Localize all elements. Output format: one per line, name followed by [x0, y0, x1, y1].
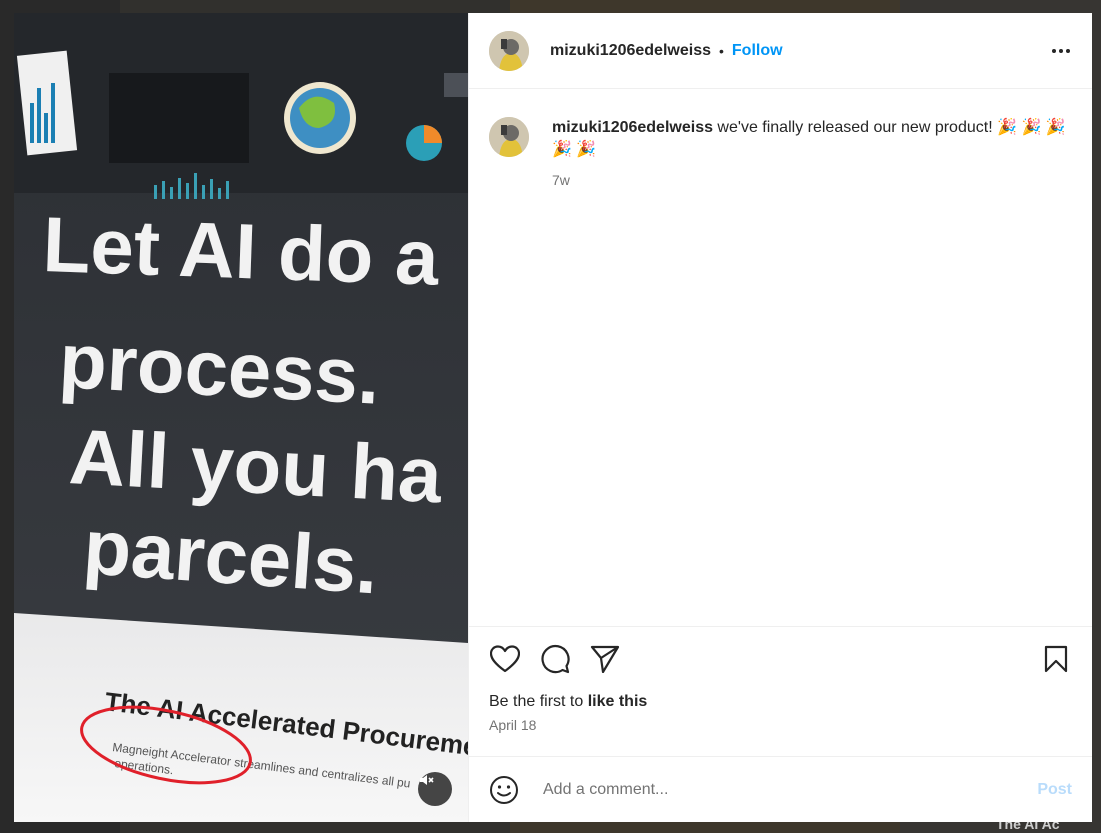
- post-date[interactable]: April 18: [489, 717, 1072, 733]
- separator-dot: •: [718, 42, 724, 59]
- save-button[interactable]: [1040, 643, 1072, 675]
- comments-section: mizuki1206edelweiss we've finally releas…: [469, 89, 1092, 626]
- caption-avatar[interactable]: [489, 117, 529, 157]
- mute-toggle-button[interactable]: [418, 772, 452, 806]
- like-button[interactable]: [489, 643, 521, 675]
- post-header: mizuki1206edelweiss • Follow: [469, 13, 1092, 89]
- heart-icon: [490, 645, 520, 673]
- post-media-video[interactable]: Let AI do a process. All you ha parcels.…: [14, 13, 468, 822]
- share-button[interactable]: [589, 643, 621, 675]
- dashboard-bar-chart: [16, 50, 78, 156]
- likes-prefix: Be the first to: [489, 693, 588, 710]
- caption-username[interactable]: mizuki1206edelweiss: [552, 119, 713, 136]
- post-comment-button[interactable]: Post: [1037, 781, 1072, 799]
- avatar-image: [489, 30, 529, 71]
- post-details-panel: mizuki1206edelweiss • Follow mizuki1206e…: [468, 13, 1092, 822]
- add-comment-bar: Post: [469, 756, 1092, 822]
- action-icons-row: [489, 643, 1072, 675]
- more-options-icon[interactable]: [1050, 43, 1072, 59]
- comment-bubble-icon: [541, 645, 570, 674]
- likes-summary: Be the first to like this: [489, 693, 1072, 711]
- emoji-smile-icon[interactable]: [489, 775, 519, 805]
- headline-line-1: Let AI do a: [41, 200, 440, 302]
- caption-body: mizuki1206edelweiss we've finally releas…: [552, 117, 1072, 191]
- comment-input[interactable]: [541, 779, 1038, 800]
- paper-plane-icon: [590, 645, 620, 673]
- caption: mizuki1206edelweiss we've finally releas…: [489, 117, 1072, 191]
- author-username[interactable]: mizuki1206edelweiss: [550, 42, 711, 60]
- comment-button[interactable]: [539, 643, 571, 675]
- caption-timestamp[interactable]: 7w: [552, 169, 1072, 191]
- speaker-muted-icon: [420, 775, 434, 785]
- avatar-image: [489, 117, 529, 157]
- bookmark-icon: [1044, 645, 1068, 673]
- post-modal: Let AI do a process. All you ha parcels.…: [14, 13, 1092, 822]
- video-frame: Let AI do a process. All you ha parcels.…: [14, 13, 468, 822]
- author-avatar[interactable]: [489, 30, 529, 71]
- post-actions: Be the first to like this April 18: [469, 626, 1092, 756]
- follow-button[interactable]: Follow: [732, 42, 783, 60]
- headline-line-2: process.: [57, 316, 382, 421]
- like-this-link[interactable]: like this: [588, 693, 648, 710]
